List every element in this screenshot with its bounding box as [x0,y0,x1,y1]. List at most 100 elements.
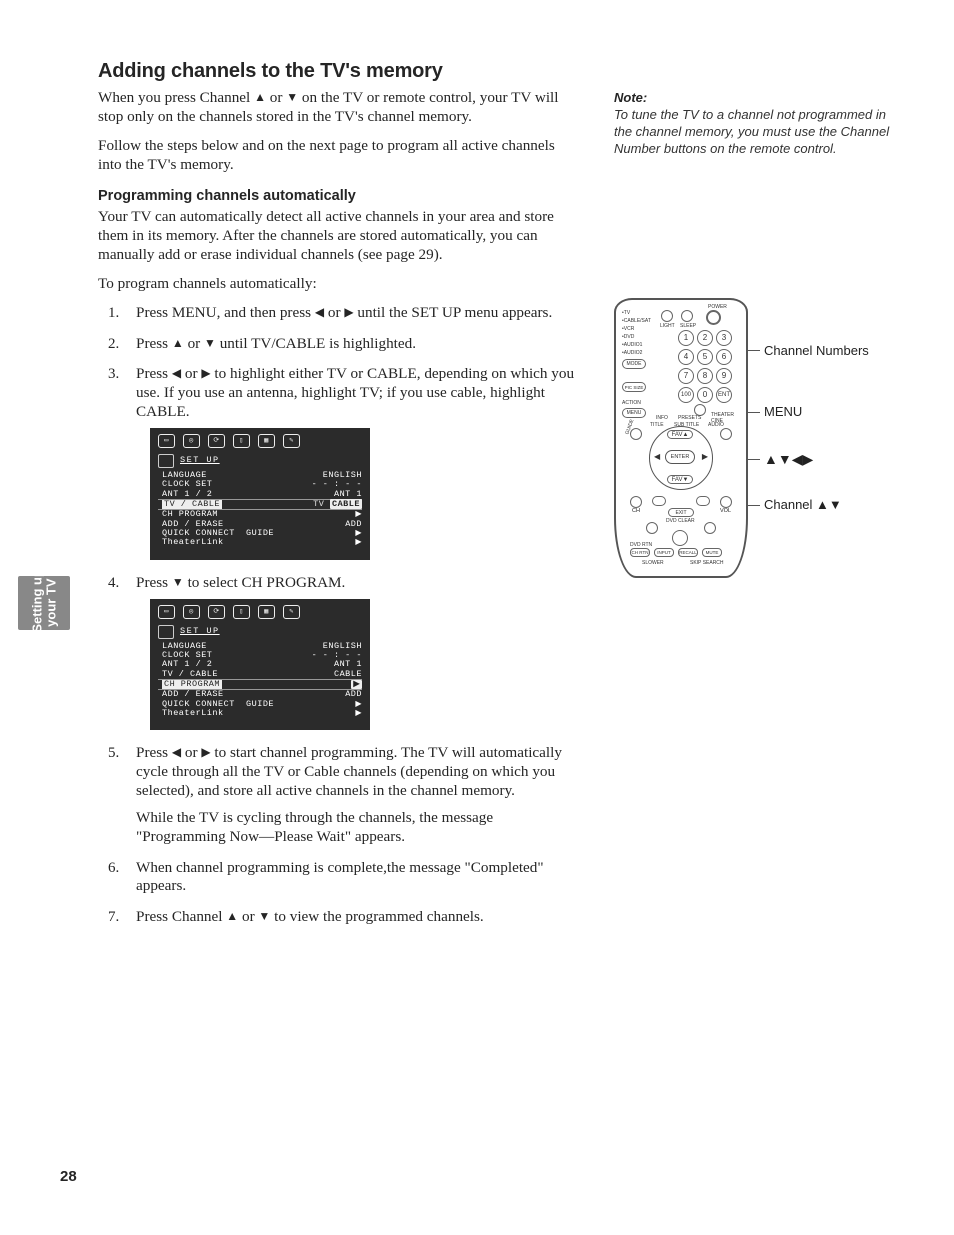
key-3: 3 [716,330,732,346]
device-label: •DVD [622,334,634,340]
text: or [266,89,286,106]
osd-icon: ⟳ [208,434,225,448]
intro-paragraph-2: Follow the steps below and on the next p… [98,137,578,175]
down-arrow-icon: ▼ [172,575,184,589]
text: Press MENU, and then press [136,304,315,321]
light-button [661,310,673,322]
osd-row: TV / CABLECABLE [158,670,362,679]
up-arrow-icon: ▲ [254,90,266,104]
osd-icon: ✎ [283,605,300,619]
left-arrow-icon: ◀ [654,452,660,461]
ff-button [696,496,710,506]
osd-pref-icon [158,625,174,639]
remote-body: •TV •CABLE/SAT •VCR •DVD •AUDIO1 •AUDIO2… [614,298,748,578]
right-arrow-icon: ▶ [201,745,210,759]
step-3: Press ◀ or ▶ to highlight either TV or C… [122,365,578,559]
key-8: 8 [697,368,713,384]
left-arrow-icon: ◀ [172,366,181,380]
chrtn-button: CH RTN [630,548,650,557]
presets-label: PRESETS [678,415,701,421]
fav-down: FAV▼ [667,475,693,484]
text: Press Channel [136,908,226,925]
osd-row: ANT 1 / 2ANT 1 [158,490,362,499]
callout-channel-numbers: Channel Numbers [764,344,869,358]
osd-icons: ▭ ◎ ⟳ ▯ ▦ ✎ [158,434,362,448]
steps-list: Press MENU, and then press ◀ or ▶ until … [122,304,578,927]
key-5: 5 [697,349,713,365]
ch-label: CH [632,508,640,514]
step-5: Press ◀ or ▶ to start channel programmin… [122,744,578,846]
audio-label: AUDIO [708,422,724,428]
slower-label: SLOWER [642,560,664,566]
section-title: Adding channels to the TV's memory [98,60,578,83]
callout-arrows: ▲▼◀▶ [764,452,813,467]
light-label: LIGHT [660,323,675,329]
sleep-button [681,310,693,322]
osd-pref-icon [158,454,174,468]
osd-icon: ◎ [183,605,200,619]
osd-icon: ▯ [233,605,250,619]
up-arrow-icon: ▲ [226,909,238,923]
info-label: INFO [656,415,668,421]
key-7: 7 [678,368,694,384]
note-heading: Note: [614,90,894,105]
intro-paragraph-1: When you press Channel ▲ or ▼ on the TV … [98,89,578,127]
step-1: Press MENU, and then press ◀ or ▶ until … [122,304,578,323]
device-label: •AUDIO2 [622,350,642,356]
text: When you press Channel [98,89,254,106]
device-label: •CABLE/SAT [622,318,651,324]
step-6: When channel programming is complete,the… [122,859,578,897]
text: or [184,335,204,352]
vol-button [720,496,732,508]
left-arrow-icon: ◀ [172,745,181,759]
text: Press [136,335,172,352]
key-100: 100 [678,387,694,403]
osd-icon: ▦ [258,605,275,619]
osd-icon: ⟳ [208,605,225,619]
action-label: ACTION [622,400,641,406]
chapter-tab: Setting up your TV [18,576,70,630]
osd-figure-2: ▭ ◎ ⟳ ▯ ▦ ✎ SET UP LANGUAGEENGLISH CLOCK… [150,599,370,731]
power-button [706,310,721,325]
down-arrow-icon: ▼ [258,909,270,923]
key-2: 2 [697,330,713,346]
osd-icon: ▭ [158,434,175,448]
text: Press [136,365,172,382]
osd-icon: ▦ [258,434,275,448]
osd-icon: ▭ [158,605,175,619]
text: or [324,304,344,321]
menu-button: MENU [622,408,646,418]
callout-menu: MENU [764,405,802,419]
text: until TV/CABLE is highlighted. [216,335,416,352]
text: or [181,744,201,761]
text: until the SET UP menu appears. [354,304,553,321]
osd-icon: ▯ [233,434,250,448]
left-arrow-icon: ◀ [315,305,324,319]
ch-button [630,496,642,508]
step-5-sub: While the TV is cycling through the chan… [136,809,578,847]
play-button [672,530,688,546]
chapter-tab-text: Setting up your TV [30,573,57,633]
key-0: 0 [697,387,713,403]
exit-button: EXIT [668,508,694,517]
osd-icon: ✎ [283,434,300,448]
text: or [238,908,258,925]
recall-button: RECALL [678,548,698,557]
right-ring-button [720,428,732,440]
fav-up: FAV▲ [667,430,693,439]
osd-figure-1: ▭ ◎ ⟳ ▯ ▦ ✎ SET UP LANGUAGEENGLISH CLOCK… [150,428,370,560]
osd-title: SET UP [180,456,220,465]
osd-row: TheaterLink▶ [158,538,362,547]
tri-button [646,522,658,534]
power-label: POWER [708,304,727,310]
right-arrow-icon: ▶ [344,305,353,319]
down-arrow-icon: ▼ [204,336,216,350]
callout-channel-updown: Channel ▲▼ [764,498,842,512]
skipsearch-label: SKIP SEARCH [690,560,724,566]
lead-paragraph: To program channels automatically: [98,275,578,294]
step-2: Press ▲ or ▼ until TV/CABLE is highlight… [122,335,578,354]
enter-button: ENTER [665,450,695,464]
up-arrow-icon: ▲ [172,336,184,350]
text: to view the programmed channels. [270,908,483,925]
subheading: Programming channels automatically [98,188,578,204]
